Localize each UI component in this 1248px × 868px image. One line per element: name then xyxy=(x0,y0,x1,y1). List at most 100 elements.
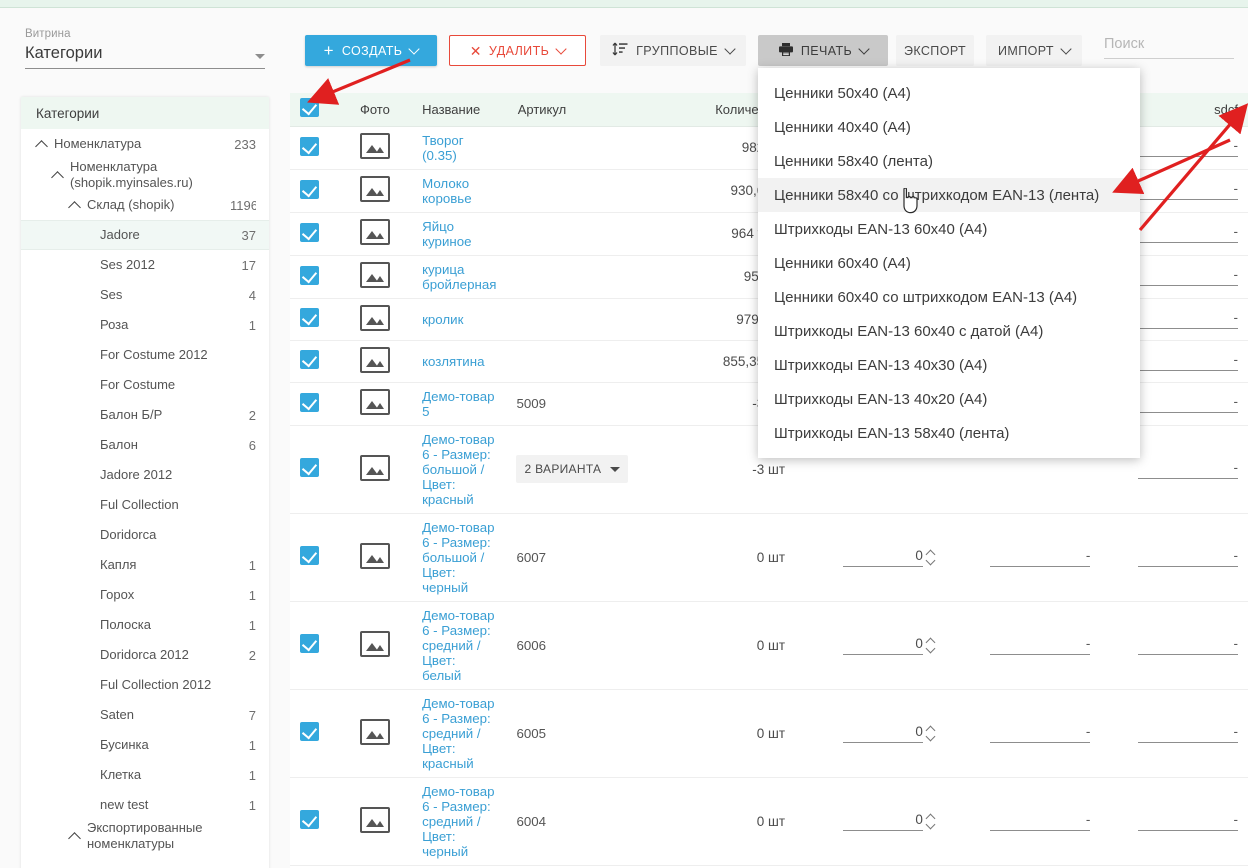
select-all-header[interactable] xyxy=(290,93,350,127)
search-input[interactable] xyxy=(1104,36,1234,59)
image-placeholder-icon[interactable] xyxy=(359,389,390,415)
print-menu-item[interactable]: Ценники 58x40 (лента) xyxy=(758,144,1140,178)
price-field-2[interactable]: - xyxy=(1138,138,1238,157)
row-price-cell-1[interactable]: - xyxy=(944,689,1101,778)
sidebar-item[interactable]: Балон 6 xyxy=(21,430,269,460)
sidebar-item[interactable]: Номенклатура 233 xyxy=(21,129,269,159)
row-select-cell[interactable] xyxy=(290,382,350,426)
export-button[interactable]: ЭКСПОРТ xyxy=(896,35,974,66)
name-column-header[interactable]: Название xyxy=(422,102,514,117)
row-photo-cell[interactable] xyxy=(349,689,413,778)
select-all-checkbox[interactable] xyxy=(300,98,319,118)
row-checkbox[interactable] xyxy=(300,179,319,199)
print-menu-item[interactable]: Штрихкоды EAN-13 60x40 (A4) xyxy=(758,212,1140,246)
sidebar-item[interactable]: Горох 1 xyxy=(21,580,269,610)
quantity-stepper-input[interactable]: 0 xyxy=(842,812,923,831)
image-placeholder-icon[interactable] xyxy=(359,133,390,159)
row-checkbox[interactable] xyxy=(300,634,319,653)
price-field-2[interactable]: - xyxy=(1138,548,1238,567)
price-field-1[interactable]: - xyxy=(990,724,1091,743)
row-price-cell-1[interactable]: - xyxy=(944,513,1101,602)
row-select-cell[interactable] xyxy=(290,340,350,383)
price-field-2[interactable]: - xyxy=(1138,460,1238,479)
row-checkbox[interactable] xyxy=(300,265,319,285)
print-button[interactable]: ПЕЧАТЬ xyxy=(758,35,888,66)
chevron-up-icon[interactable] xyxy=(927,551,935,556)
print-menu-item[interactable]: Штрихкоды EAN-13 40x20 (A4) xyxy=(758,382,1140,416)
product-name-link[interactable]: Молоко коровье xyxy=(422,176,496,206)
row-select-cell[interactable] xyxy=(290,126,350,170)
stepper-arrows[interactable] xyxy=(927,551,935,567)
row-checkbox[interactable] xyxy=(300,136,319,156)
product-name-link[interactable]: Демо-товар 6 - Размер: средний / Цвет: ч… xyxy=(422,784,496,859)
chevron-up-icon[interactable] xyxy=(68,198,82,212)
table-row[interactable]: Демо-товар 6 - Размер: средний / Цвет: б… xyxy=(290,601,1248,690)
product-name-link[interactable]: Демо-товар 6 - Размер: средний / Цвет: к… xyxy=(422,696,496,771)
sidebar-item[interactable]: Doridorca 2012 2 xyxy=(21,640,269,670)
print-menu-item-hovered[interactable]: Ценники 58x40 со штрихкодом EAN-13 (лент… xyxy=(758,178,1140,212)
row-select-cell[interactable] xyxy=(290,777,350,866)
row-price-cell-1[interactable]: - xyxy=(944,601,1101,690)
price-field-2[interactable]: - xyxy=(1138,181,1238,200)
price-field-2[interactable]: - xyxy=(1138,267,1238,286)
create-button[interactable]: + СОЗДАТЬ xyxy=(305,35,437,66)
sidebar-item[interactable]: Ful Collection xyxy=(21,490,269,520)
row-select-cell[interactable] xyxy=(290,169,350,213)
row-stock-input-cell[interactable]: 0 xyxy=(795,777,945,866)
sidebar-item[interactable]: Jadore 37 xyxy=(21,220,269,251)
group-actions-button[interactable]: ГРУППОВЫЕ xyxy=(600,35,746,66)
stepper-arrows[interactable] xyxy=(927,815,935,831)
delete-button[interactable]: ✕ УДАЛИТЬ xyxy=(449,35,586,66)
table-row[interactable]: Демо-товар 6 - Размер: средний / Цвет: ч… xyxy=(290,777,1248,866)
product-name-link[interactable]: Творог (0.35) xyxy=(422,133,496,163)
row-photo-cell[interactable] xyxy=(349,382,413,426)
quantity-stepper-input[interactable]: 0 xyxy=(842,724,923,743)
caret-down-icon[interactable] xyxy=(255,54,265,59)
print-menu-item[interactable]: Штрихкоды EAN-13 58x40 (лента) xyxy=(758,416,1140,450)
product-name-link[interactable]: Демо-товар 5 xyxy=(422,389,496,419)
sidebar-item[interactable]: Склад (shopik) 11963 xyxy=(21,190,269,220)
sidebar-item[interactable]: Ses 4 xyxy=(21,280,269,310)
chevron-down-icon[interactable] xyxy=(927,823,935,828)
product-name-link[interactable]: курица бройлерная xyxy=(422,262,496,292)
print-menu-item[interactable]: Ценники 40x40 (A4) xyxy=(758,110,1140,144)
row-price-cell-2[interactable]: - xyxy=(1100,689,1248,778)
print-dropdown-menu[interactable]: Ценники 50x40 (A4) Ценники 40x40 (A4) Ценн… xyxy=(758,68,1140,458)
sidebar-item[interactable]: For Costume 2012 xyxy=(21,340,269,370)
image-placeholder-icon[interactable] xyxy=(359,806,390,833)
showcase-select[interactable]: Витрина Категории xyxy=(25,28,265,69)
row-select-cell[interactable] xyxy=(290,298,350,341)
image-placeholder-icon[interactable] xyxy=(359,718,390,745)
chevron-down-icon[interactable] xyxy=(927,559,935,564)
price-field-1[interactable]: - xyxy=(990,548,1091,567)
chevron-up-icon[interactable] xyxy=(35,137,49,151)
image-placeholder-icon[interactable] xyxy=(359,346,390,373)
price-field-1[interactable]: - xyxy=(990,812,1091,831)
quantity-stepper[interactable]: 0 xyxy=(805,548,935,567)
row-photo-cell[interactable] xyxy=(349,255,413,299)
chevron-up-icon[interactable] xyxy=(927,815,935,820)
product-name-link[interactable]: Демо-товар 6 - Размер: большой / Цвет: к… xyxy=(422,432,496,507)
product-name-link[interactable]: козлятина xyxy=(422,354,496,369)
row-select-cell[interactable] xyxy=(290,601,350,690)
row-photo-cell[interactable] xyxy=(349,298,413,341)
row-price-cell-2[interactable]: - xyxy=(1100,601,1248,690)
sidebar-item[interactable]: Клетка 1 xyxy=(21,760,269,790)
price-field-2[interactable]: - xyxy=(1138,636,1238,655)
row-photo-cell[interactable] xyxy=(349,513,413,602)
variants-dropdown-button[interactable]: 2 ВАРИАНТА xyxy=(516,455,629,483)
row-checkbox[interactable] xyxy=(300,722,319,741)
quantity-stepper-input[interactable]: 0 xyxy=(842,548,923,567)
sidebar-item[interactable]: Doridorca xyxy=(21,520,269,550)
table-row[interactable]: Демо-товар 6 - Размер: большой / Цвет: ч… xyxy=(290,513,1248,602)
article-column-header[interactable]: Артикул xyxy=(518,102,566,117)
row-stock-input-cell[interactable]: 0 xyxy=(795,689,945,778)
row-checkbox[interactable] xyxy=(300,308,319,327)
price-field-1[interactable]: - xyxy=(990,636,1091,655)
row-photo-cell[interactable] xyxy=(349,340,413,383)
row-photo-cell[interactable] xyxy=(349,777,413,866)
sidebar-item[interactable]: Экспортированные номенклатуры xyxy=(21,820,269,851)
quantity-stepper[interactable]: 0 xyxy=(805,724,935,743)
search-box[interactable] xyxy=(1104,35,1234,59)
row-checkbox[interactable] xyxy=(300,810,319,829)
